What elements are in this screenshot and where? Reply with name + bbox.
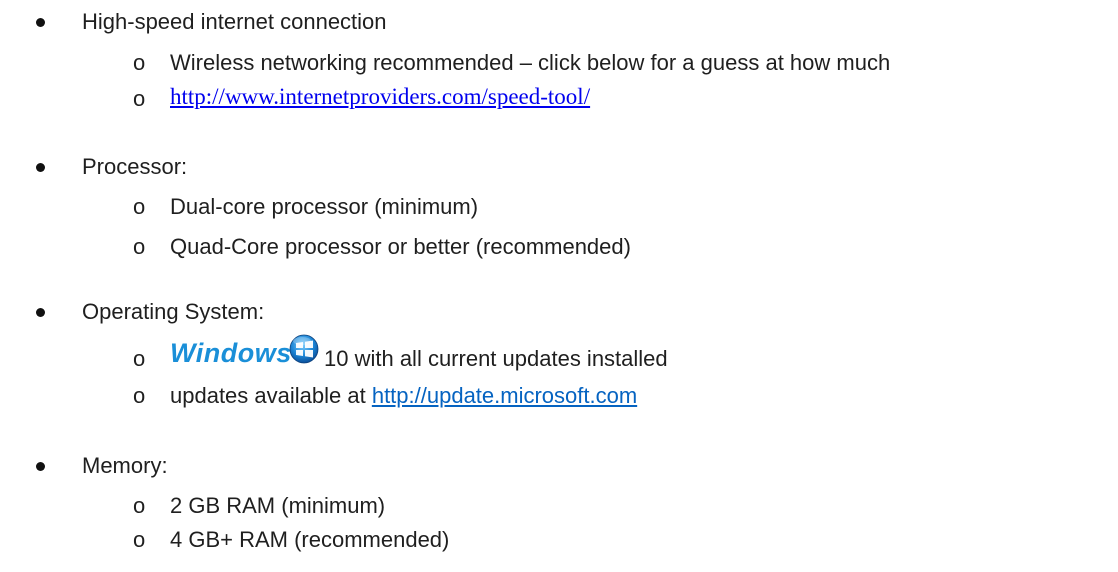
memory-item-minimum: 2 GB RAM (minimum) xyxy=(170,493,386,518)
section-memory-label: Memory: xyxy=(82,453,168,478)
bullet-icon xyxy=(36,163,45,172)
bullet-icon xyxy=(36,308,45,317)
sub-bullet-icon: o xyxy=(133,527,146,552)
section-processor-label: Processor: xyxy=(82,154,188,179)
sub-bullet-icon: o xyxy=(133,86,146,111)
windows-logo-icon xyxy=(289,334,319,364)
microsoft-update-link[interactable]: http://update.microsoft.com xyxy=(372,383,637,408)
section-internet-label: High-speed internet connection xyxy=(82,9,387,34)
os-item-updates: updates available at http://update.micro… xyxy=(170,383,637,409)
sub-bullet-icon: o xyxy=(133,493,146,518)
processor-item-recommended: Quad-Core processor or better (recommend… xyxy=(170,234,631,259)
sub-bullet-icon: o xyxy=(133,383,146,408)
sub-bullet-icon: o xyxy=(133,50,146,75)
memory-item-recommended: 4 GB+ RAM (recommended) xyxy=(170,527,450,552)
sub-bullet-icon: o xyxy=(133,194,146,219)
section-os-label: Operating System: xyxy=(82,299,265,324)
os-updates-text: updates available at xyxy=(170,383,366,408)
bullet-icon xyxy=(36,18,45,27)
sub-bullet-icon: o xyxy=(133,234,146,259)
processor-item-minimum: Dual-core processor (minimum) xyxy=(170,194,479,219)
speed-tool-link[interactable]: http://www.internetproviders.com/speed-t… xyxy=(170,84,590,110)
internet-item-wireless: Wireless networking recommended – click … xyxy=(170,50,891,75)
sub-bullet-icon: o xyxy=(133,346,146,371)
os-item-windows-10: 10 with all current updates installed xyxy=(324,346,668,371)
bullet-icon xyxy=(36,462,45,471)
